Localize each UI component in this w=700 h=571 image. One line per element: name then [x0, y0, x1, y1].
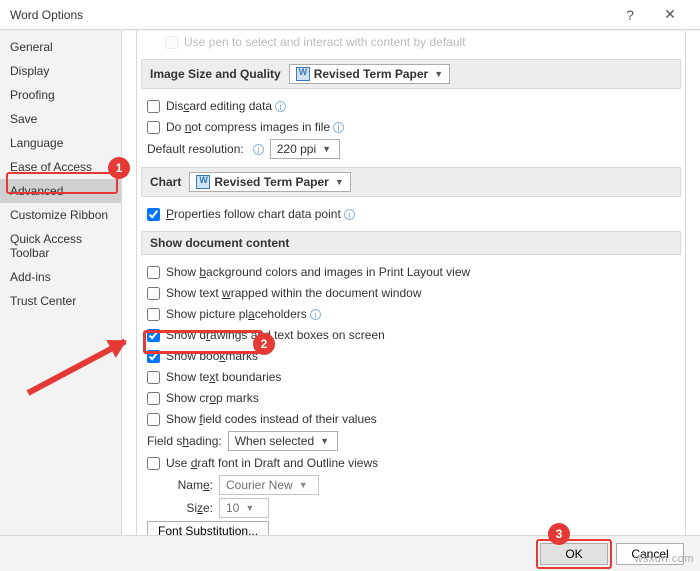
chevron-down-icon: ▼	[320, 436, 329, 446]
word-doc-icon	[296, 67, 310, 81]
draw-label: Show drawings and text boxes on screen	[166, 328, 385, 342]
no-compress-checkbox[interactable]	[147, 121, 160, 134]
cancel-button[interactable]: Cancel	[616, 543, 684, 565]
sidebar-item-customize-ribbon[interactable]: Customize Ribbon	[0, 203, 121, 227]
discard-editing-checkbox[interactable]	[147, 100, 160, 113]
font-size-dropdown[interactable]: 10 ▼	[219, 498, 269, 518]
default-resolution-value: 220 ppi	[277, 142, 316, 156]
section-image-size: Image Size and Quality Revised Term Pape…	[141, 59, 681, 89]
truncated-option: Use pen to select and interact with cont…	[165, 33, 675, 51]
chart-prop-label: Properties follow chart data point	[166, 207, 341, 221]
settings-panel: Use pen to select and interact with cont…	[136, 31, 686, 535]
section-chart-title: Chart	[150, 175, 181, 189]
font-size-label: Size:	[167, 501, 213, 515]
chart-prop-row: Properties follow chart data point i	[147, 205, 675, 223]
field-codes-label: Show field codes instead of their values	[166, 412, 377, 426]
bookmarks-label: Show bookmarks	[166, 349, 258, 363]
wrap-checkbox[interactable]	[147, 287, 160, 300]
field-shading-label: Field shading:	[147, 434, 222, 448]
sidebar-item-label: Advanced	[10, 184, 63, 198]
draw-checkbox[interactable]	[147, 329, 160, 342]
sidebar-item-add-ins[interactable]: Add-ins	[0, 265, 121, 289]
title-bar: Word Options ? ✕	[0, 0, 700, 30]
sidebar-item-language[interactable]: Language	[0, 131, 121, 155]
sidebar-item-general[interactable]: General	[0, 35, 121, 59]
bookmarks-checkbox[interactable]	[147, 350, 160, 363]
close-button[interactable]: ✕	[650, 6, 690, 23]
crop-checkbox[interactable]	[147, 392, 160, 405]
bg-label: Show background colors and images in Pri…	[166, 265, 470, 279]
discard-row: Discard editing data i	[147, 97, 675, 115]
chart-doc-dropdown[interactable]: Revised Term Paper ▼	[189, 172, 350, 192]
default-resolution-label: Default resolution:	[147, 142, 244, 156]
font-size-value: 10	[226, 501, 239, 515]
text-bound-label: Show text boundaries	[166, 370, 281, 384]
text-bound-checkbox[interactable]	[147, 371, 160, 384]
chart-doc-label: Revised Term Paper	[214, 175, 329, 189]
sidebar-item-proofing[interactable]: Proofing	[0, 83, 121, 107]
sidebar-item-quick-access-toolbar[interactable]: Quick Access Toolbar	[0, 227, 121, 265]
default-resolution-row: Default resolution: i 220 ppi ▼	[147, 139, 675, 159]
chevron-down-icon: ▼	[322, 144, 331, 154]
sidebar: General Display Proofing Save Language E…	[0, 31, 122, 535]
field-shading-dropdown[interactable]: When selected ▼	[228, 431, 338, 451]
dialog-footer: OK Cancel	[0, 535, 700, 571]
section-chart: Chart Revised Term Paper ▼	[141, 167, 681, 197]
bg-checkbox[interactable]	[147, 266, 160, 279]
chevron-down-icon: ▼	[434, 69, 443, 79]
info-icon[interactable]: i	[310, 309, 321, 320]
chevron-down-icon: ▼	[245, 503, 254, 513]
ok-button[interactable]: OK	[540, 543, 608, 565]
sidebar-item-trust-center[interactable]: Trust Center	[0, 289, 121, 313]
dialog-body: General Display Proofing Save Language E…	[0, 30, 700, 535]
wrap-label: Show text wrapped within the document wi…	[166, 286, 421, 300]
font-name-value: Courier New	[226, 478, 293, 492]
pic-label: Show picture placeholders	[166, 307, 307, 321]
section-show-document: Show document content	[141, 231, 681, 255]
section-image-size-title: Image Size and Quality	[150, 67, 281, 81]
field-codes-checkbox[interactable]	[147, 413, 160, 426]
font-name-label: Name:	[167, 478, 213, 492]
info-icon[interactable]: i	[253, 144, 264, 155]
window-title: Word Options	[10, 8, 610, 22]
sidebar-item-save[interactable]: Save	[0, 107, 121, 131]
chart-prop-checkbox[interactable]	[147, 208, 160, 221]
content-area: Use pen to select and interact with cont…	[122, 31, 700, 535]
pic-checkbox[interactable]	[147, 308, 160, 321]
default-resolution-dropdown[interactable]: 220 ppi ▼	[270, 139, 340, 159]
info-icon[interactable]: i	[275, 101, 286, 112]
field-shading-value: When selected	[235, 434, 314, 448]
chevron-down-icon: ▼	[299, 480, 308, 490]
section-show-document-title: Show document content	[150, 236, 289, 250]
pen-label: Use pen to select and interact with cont…	[184, 35, 466, 49]
crop-label: Show crop marks	[166, 391, 259, 405]
draft-font-label: Use draft font in Draft and Outline view…	[166, 456, 378, 470]
no-compress-label: Do not compress images in file	[166, 120, 330, 134]
sidebar-item-display[interactable]: Display	[0, 59, 121, 83]
image-size-doc-label: Revised Term Paper	[314, 67, 429, 81]
discard-label: Discard editing data	[166, 99, 272, 113]
sidebar-item-ease-of-access[interactable]: Ease of Access	[0, 155, 121, 179]
word-doc-icon	[196, 175, 210, 189]
info-icon[interactable]: i	[344, 209, 355, 220]
font-substitution-button[interactable]: Font Substitution...	[147, 521, 269, 535]
font-name-dropdown[interactable]: Courier New ▼	[219, 475, 319, 495]
help-button[interactable]: ?	[610, 7, 650, 23]
draft-font-checkbox[interactable]	[147, 457, 160, 470]
image-size-doc-dropdown[interactable]: Revised Term Paper ▼	[289, 64, 450, 84]
sidebar-item-advanced[interactable]: Advanced	[0, 179, 121, 203]
chevron-down-icon: ▼	[335, 177, 344, 187]
pen-checkbox[interactable]	[165, 36, 178, 49]
no-compress-row: Do not compress images in file i	[147, 118, 675, 136]
info-icon[interactable]: i	[333, 122, 344, 133]
